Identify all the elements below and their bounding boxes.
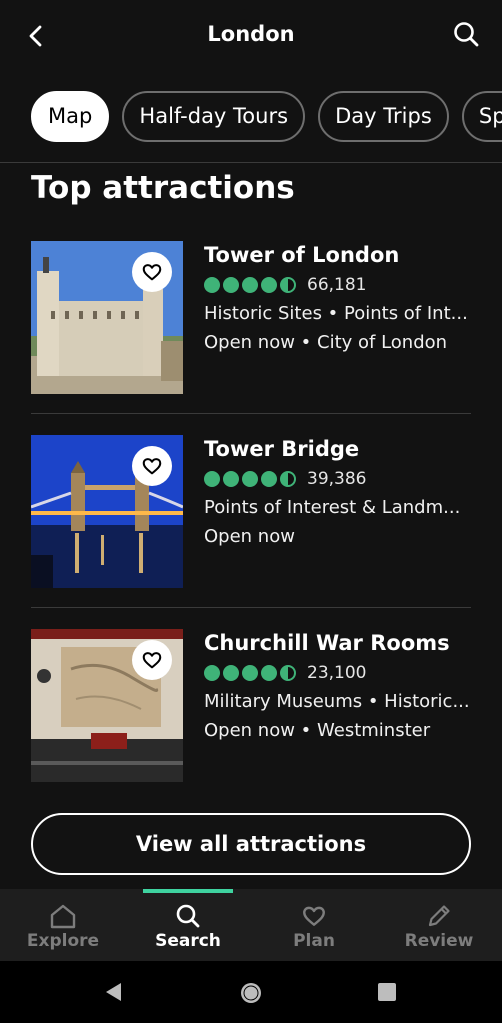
chip-sports[interactable]: Sports — [461, 91, 502, 142]
search-icon[interactable] — [450, 18, 482, 50]
nav-label: Explore — [26, 931, 100, 951]
attraction-photo — [31, 435, 183, 588]
rating-bubble-half — [280, 277, 296, 293]
page-title: London — [207, 22, 295, 46]
heart-icon — [142, 264, 162, 281]
view-all-attractions-button[interactable]: View all attractions — [31, 813, 471, 875]
rating-bubble — [223, 471, 239, 487]
top-app-bar: London — [0, 0, 502, 72]
rating-bubble — [242, 277, 258, 293]
divider — [31, 413, 471, 414]
attraction-photo — [31, 629, 183, 782]
nav-label: Plan — [293, 931, 335, 951]
attraction-status: Open now • Westminster — [204, 720, 431, 741]
rating-bubbles: 39,386 — [204, 469, 474, 489]
attraction-info: Churchill War Rooms 23,100 Military Muse… — [204, 631, 474, 741]
pencil-icon — [428, 905, 450, 927]
rating-bubble — [223, 665, 239, 681]
divider — [0, 162, 502, 163]
nav-label: Search — [155, 931, 221, 951]
chip-half-day-tours[interactable]: Half-day Tours — [122, 91, 306, 142]
rating-bubble — [261, 665, 277, 681]
system-back-icon[interactable] — [103, 981, 125, 1007]
divider — [31, 607, 471, 608]
search-icon — [176, 904, 200, 928]
rating-bubble — [242, 665, 258, 681]
attraction-name: Tower Bridge — [204, 437, 360, 461]
nav-plan[interactable]: Plan — [251, 899, 377, 951]
system-recents-icon[interactable] — [376, 981, 398, 1007]
review-count: 66,181 — [307, 275, 367, 295]
review-count: 39,386 — [307, 469, 367, 489]
save-heart-button[interactable] — [132, 640, 172, 680]
review-count: 23,100 — [307, 663, 367, 683]
heart-icon — [142, 458, 162, 475]
rating-bubbles: 23,100 — [204, 663, 474, 683]
attraction-status: Open now • City of London — [204, 332, 448, 353]
attraction-info: Tower Bridge 39,386 Points of Interest &… — [204, 437, 474, 547]
rating-bubble — [261, 277, 277, 293]
attraction-card[interactable]: Churchill War Rooms 23,100 Military Muse… — [31, 629, 471, 782]
active-tab-indicator — [143, 889, 233, 893]
rating-bubble-half — [280, 471, 296, 487]
heart-icon — [142, 652, 162, 669]
rating-bubble — [204, 471, 220, 487]
attraction-info: Tower of London 66,181 Historic Sites • … — [204, 243, 474, 353]
bottom-navigation: Explore Search Plan Review — [0, 889, 502, 961]
nav-review[interactable]: Review — [376, 899, 502, 951]
home-icon — [50, 904, 76, 929]
attraction-card[interactable]: Tower of London 66,181 Historic Sites • … — [31, 241, 471, 394]
rating-bubble — [223, 277, 239, 293]
rating-bubble — [261, 471, 277, 487]
nav-explore[interactable]: Explore — [0, 899, 126, 951]
attraction-status: Open now — [204, 526, 295, 547]
rating-bubble-half — [280, 665, 296, 681]
attraction-name: Tower of London — [204, 243, 400, 267]
heart-icon — [303, 906, 325, 926]
chip-day-trips[interactable]: Day Trips — [318, 91, 449, 142]
nav-label: Review — [404, 931, 474, 951]
save-heart-button[interactable] — [132, 446, 172, 486]
attraction-card[interactable]: Tower Bridge 39,386 Points of Interest &… — [31, 435, 471, 588]
system-home-icon[interactable] — [239, 981, 263, 1009]
rating-bubble — [204, 277, 220, 293]
save-heart-button[interactable] — [132, 252, 172, 292]
attraction-categories: Military Museums • Historic... — [204, 691, 470, 712]
attraction-categories: Historic Sites • Points of Int... — [204, 303, 468, 324]
filter-chips: Map Half-day Tours Day Trips Sports — [31, 91, 502, 143]
section-title: Top attractions — [31, 170, 295, 206]
system-navigation-bar — [0, 961, 502, 1023]
attraction-categories: Points of Interest & Landm... — [204, 497, 461, 518]
rating-bubbles: 66,181 — [204, 275, 474, 295]
chip-map[interactable]: Map — [31, 91, 110, 142]
rating-bubble — [242, 471, 258, 487]
nav-search[interactable]: Search — [125, 899, 251, 951]
attraction-photo — [31, 241, 183, 394]
rating-bubble — [204, 665, 220, 681]
attraction-name: Churchill War Rooms — [204, 631, 450, 655]
